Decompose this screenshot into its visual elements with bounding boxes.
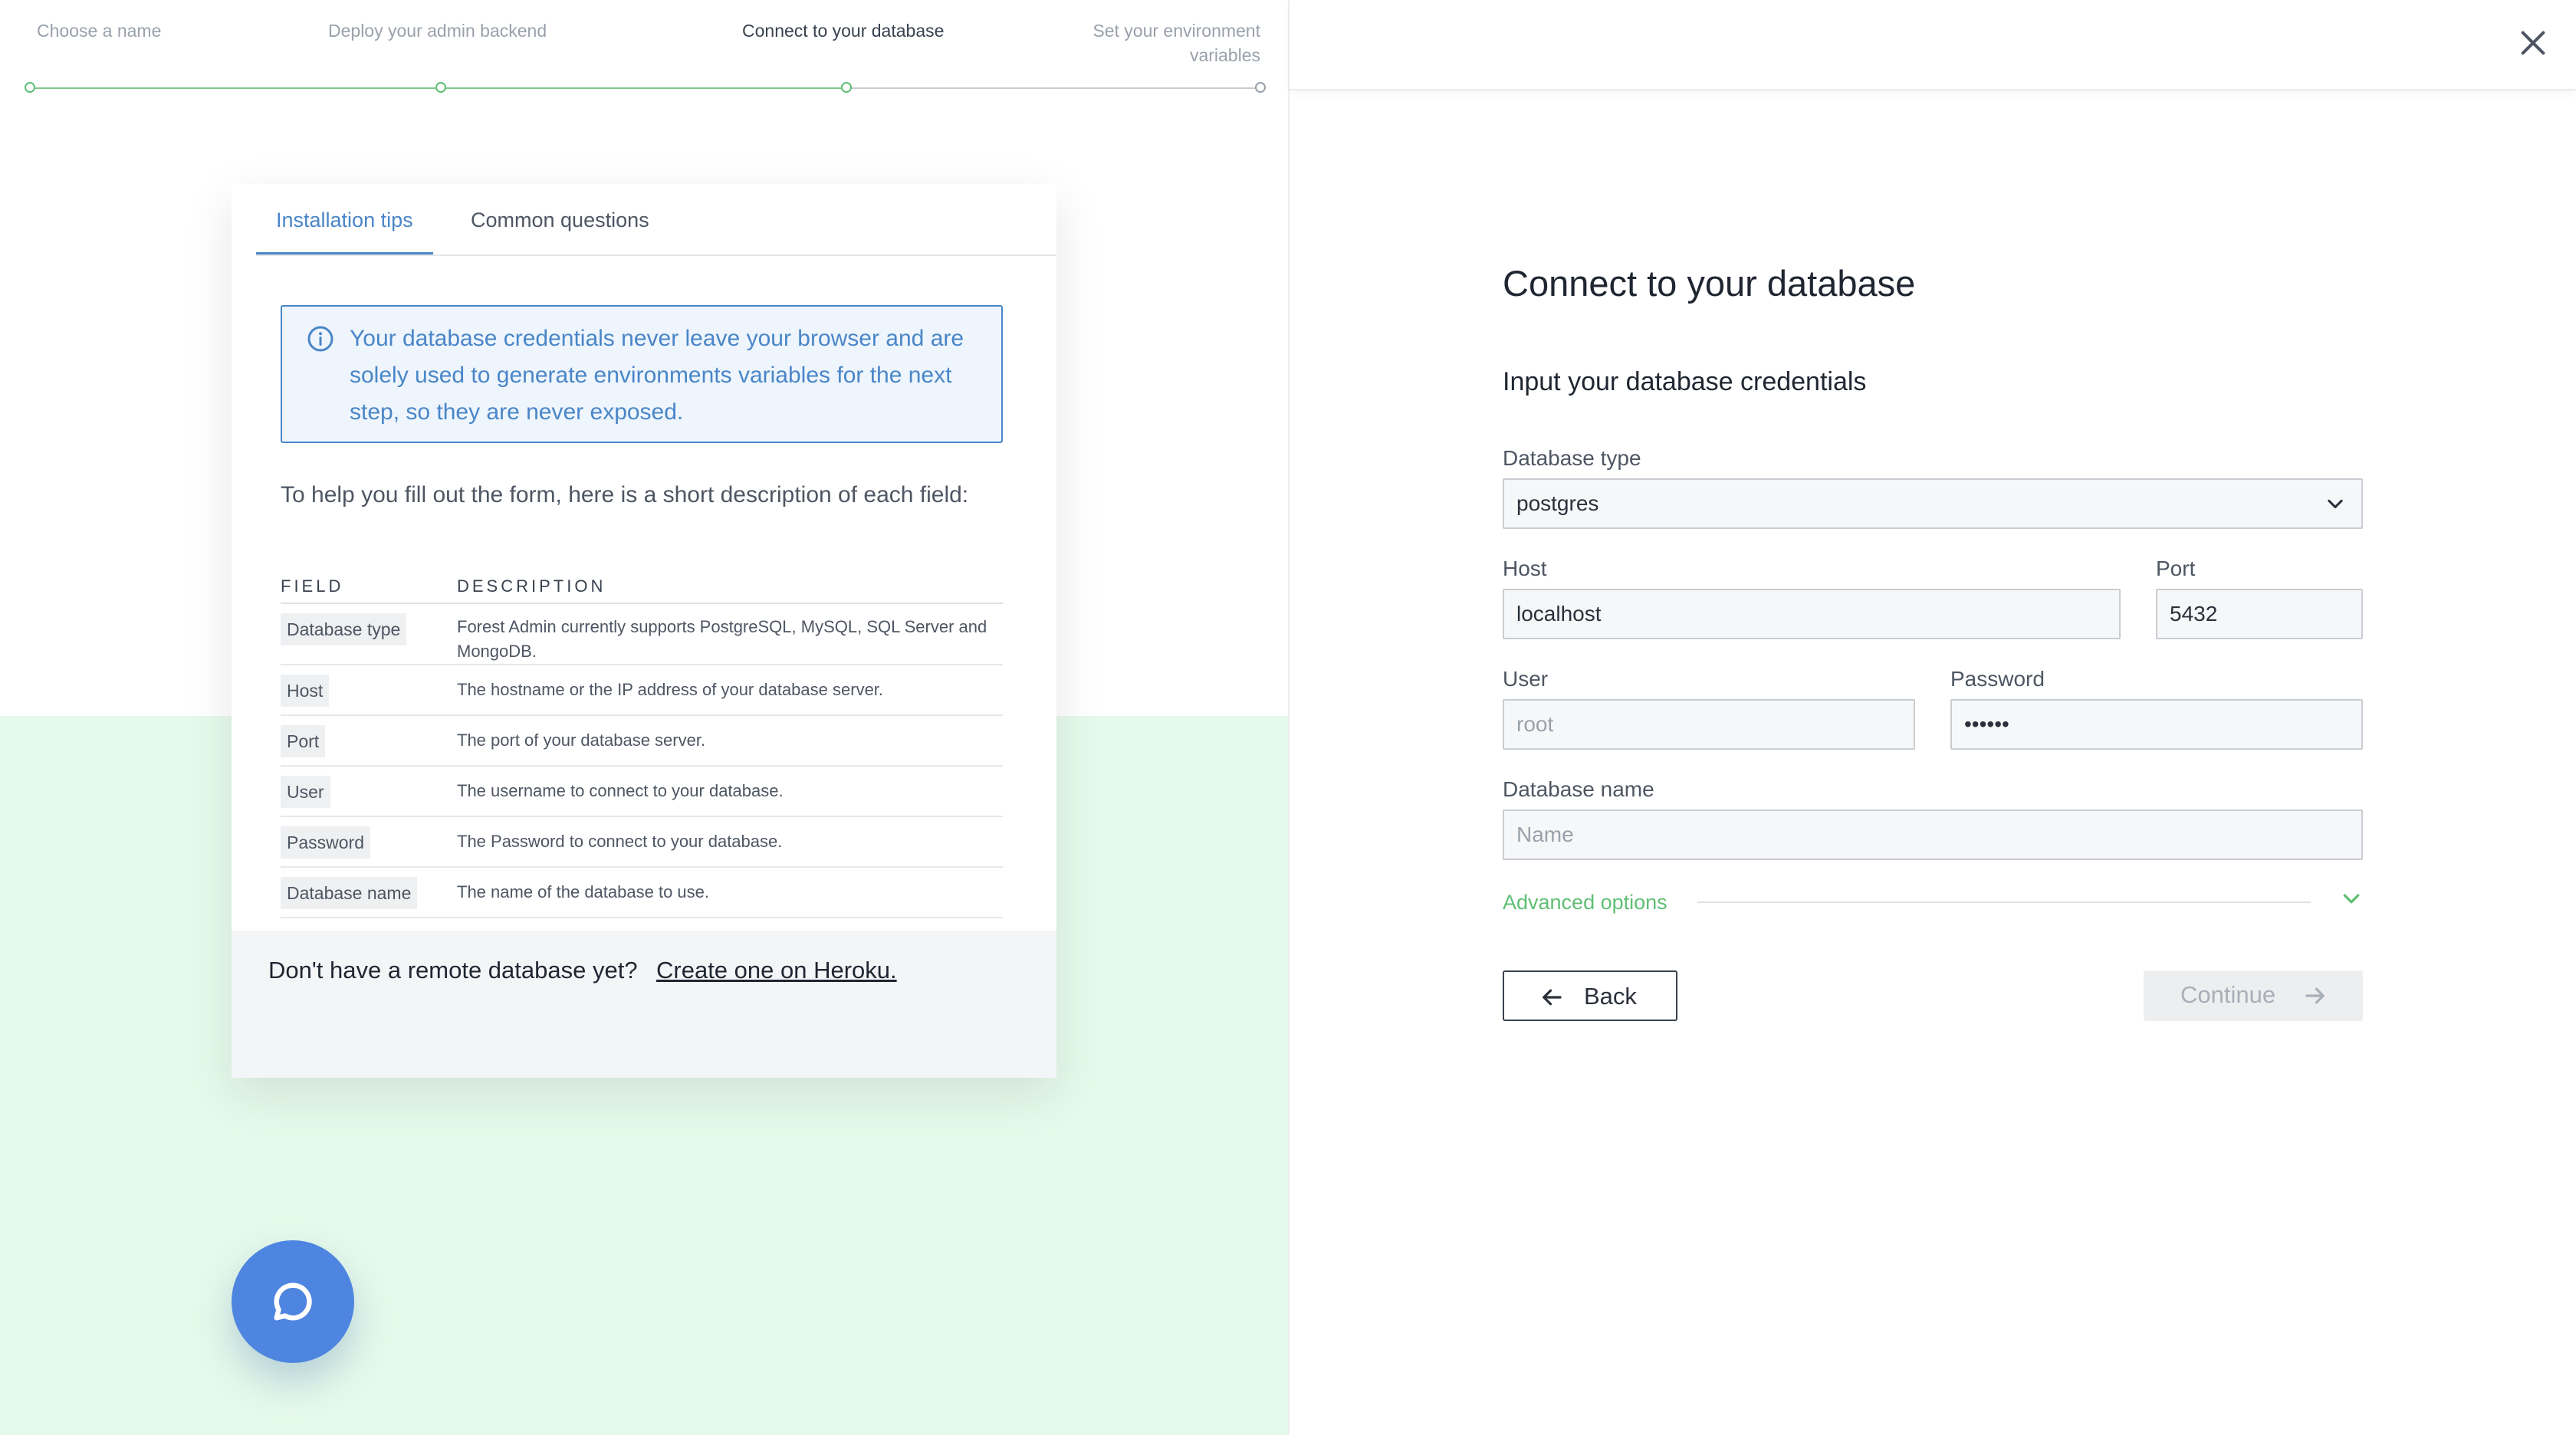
user-label: User: [1503, 667, 1549, 691]
column-header-description: DESCRIPTION: [457, 576, 606, 596]
field-description-table: FIELD DESCRIPTION Database type Forest A…: [281, 576, 1003, 918]
user-field[interactable]: root: [1503, 699, 1915, 750]
arrow-left-icon: [1543, 989, 1562, 1006]
table-row: Password The Password to connect to your…: [281, 817, 1003, 868]
form-subtitle: Input your database credentials: [1503, 367, 1867, 396]
tab-installation-tips[interactable]: Installation tips: [256, 207, 433, 254]
step-dot-4: [1255, 82, 1266, 93]
table-header: FIELD DESCRIPTION: [281, 576, 1003, 604]
table-row: Database name The name of the database t…: [281, 868, 1003, 918]
field-description: Forest Admin currently supports PostgreS…: [457, 617, 987, 661]
create-on-heroku-link[interactable]: Create one on Heroku.: [656, 957, 897, 984]
host-field[interactable]: localhost: [1503, 589, 2121, 639]
field-description: The name of the database to use.: [457, 882, 710, 901]
step-dot-2: [435, 82, 446, 93]
database-type-value: postgres: [1516, 491, 1599, 515]
page-title: Connect to your database: [1503, 263, 1916, 304]
step-env-variables[interactable]: Set your environment variables: [1076, 18, 1260, 67]
database-name-field[interactable]: Name: [1503, 809, 2363, 860]
field-name: Database name: [281, 877, 418, 909]
chevron-down-icon[interactable]: [2340, 888, 2363, 911]
top-bar: [1290, 0, 2576, 90]
step-dot-3: [841, 82, 852, 93]
database-type-select[interactable]: postgres: [1503, 478, 2363, 529]
help-text: To help you fill out the form, here is a…: [281, 482, 969, 507]
chat-button[interactable]: [232, 1240, 354, 1363]
advanced-options-divider: [1697, 901, 2311, 903]
no-database-text: Don't have a remote database yet?: [268, 957, 638, 983]
field-description: The username to connect to your database…: [457, 781, 784, 800]
back-label: Back: [1584, 983, 1637, 1010]
info-alert-text: Your database credentials never leave yo…: [350, 326, 964, 425]
continue-button[interactable]: Continue: [2144, 970, 2363, 1021]
host-label: Host: [1503, 557, 1547, 580]
table-row: Port The port of your database server.: [281, 716, 1003, 767]
password-field[interactable]: ••••••: [1950, 699, 2363, 750]
field-name: Host: [281, 675, 330, 707]
field-name: User: [281, 776, 330, 808]
heroku-footer: Don't have a remote database yet? Create…: [232, 931, 1056, 1078]
chat-bubble-icon: [274, 1282, 312, 1321]
database-name-label: Database name: [1503, 777, 1654, 801]
credentials-info-alert: Your database credentials never leave yo…: [281, 305, 1003, 443]
installation-tips-card: Installation tips Common questions Your …: [232, 184, 1056, 1078]
column-header-field: FIELD: [281, 576, 344, 596]
tab-common-questions[interactable]: Common questions: [451, 207, 669, 254]
continue-label: Continue: [2180, 981, 2276, 1008]
close-icon[interactable]: [2518, 28, 2548, 58]
arrow-right-icon: [2305, 987, 2325, 1004]
port-label: Port: [2156, 557, 2196, 580]
table-row: Host The hostname or the IP address of y…: [281, 665, 1003, 716]
database-type-label: Database type: [1503, 446, 1641, 470]
step-choose-name[interactable]: Choose a name: [37, 18, 161, 43]
info-circle-icon: [307, 326, 334, 352]
table-row: Database type Forest Admin currently sup…: [281, 604, 1003, 665]
step-dot-1: [25, 82, 35, 93]
step-deploy-backend[interactable]: Deploy your admin backend: [328, 18, 547, 43]
chevron-down-icon: [2328, 499, 2343, 509]
field-description: The port of your database server.: [457, 731, 706, 750]
field-name: Password: [281, 826, 370, 859]
field-name: Port: [281, 725, 326, 757]
tips-tabs: Installation tips Common questions: [256, 184, 1056, 256]
port-field[interactable]: 5432: [2156, 589, 2363, 639]
step-connect-database[interactable]: Connect to your database: [742, 18, 944, 43]
field-name: Database type: [281, 613, 407, 645]
stepper-remaining-line: [846, 87, 1260, 89]
field-description: The hostname or the IP address of your d…: [457, 680, 884, 699]
advanced-options-toggle[interactable]: Advanced options: [1503, 889, 1668, 915]
password-label: Password: [1950, 667, 2045, 691]
table-row: User The username to connect to your dat…: [281, 767, 1003, 817]
right-pane: Connect to your database Input your data…: [1290, 0, 2576, 1435]
field-description: The Password to connect to your database…: [457, 832, 783, 851]
progress-stepper: Choose a name Deploy your admin backend …: [25, 18, 1266, 95]
left-pane: Choose a name Deploy your admin backend …: [0, 0, 1288, 1435]
back-button[interactable]: Back: [1503, 970, 1677, 1021]
